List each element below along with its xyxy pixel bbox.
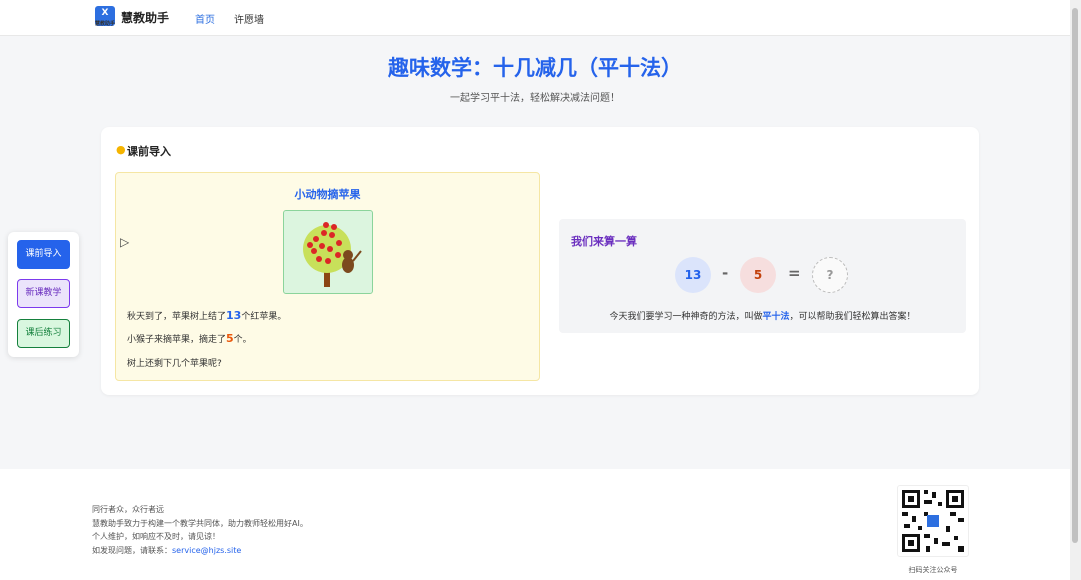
story-line-1: 秋天到了，苹果树上结了13个红苹果。 xyxy=(127,309,286,322)
calc-description: 今天我们要学习一种神奇的方法，叫做平十法，可以帮助我们轻松算出答案！ xyxy=(559,309,966,322)
minus-sign: - xyxy=(722,264,729,282)
sidenav-new-lesson-button[interactable]: 新课教学 xyxy=(17,279,70,308)
story-line-3: 树上还剩下几个苹果呢? xyxy=(127,359,222,369)
logo-subtext: 慧教助手 xyxy=(94,21,115,27)
story-line-1-tail: 个红苹果。 xyxy=(241,312,287,322)
result-placeholder: ? xyxy=(812,257,848,293)
footer-line-3: 个人维护，如响应不及时，请见谅！ xyxy=(92,532,220,541)
calc-description-tail: ，可以帮助我们轻松算出答案！ xyxy=(789,312,916,322)
story-title: 小动物摘苹果 xyxy=(294,188,361,201)
sidenav-practice-button[interactable]: 课后练习 xyxy=(17,319,70,348)
operand-b: 5 xyxy=(740,257,776,293)
footer-line-2: 慧教助手致力于构建一个教学共同体，助力教师轻松用好AI。 xyxy=(92,519,308,528)
page-title: 趣味数学：十几减几（平十法） xyxy=(388,56,682,80)
footer-contact: 如发现问题，请联系：service@hjzs.site xyxy=(92,545,241,556)
page-subtitle: 一起学习平十法，轻松解决减法问题！ xyxy=(450,93,620,104)
contact-email-link[interactable]: service@hjzs.site xyxy=(172,546,241,555)
story-line-2: 小猴子来摘苹果，摘走了5个。 xyxy=(127,332,252,345)
scrollbar-thumb[interactable] xyxy=(1072,8,1078,543)
story-number-5: 5 xyxy=(226,332,234,345)
sidenav-pre-lesson-button[interactable]: 课前导入 xyxy=(17,240,70,269)
operand-a: 13 xyxy=(675,257,711,293)
equals-sign: = xyxy=(788,264,801,282)
logo-letter: X xyxy=(101,8,109,18)
footer-line-1: 同行者众，众行者远 xyxy=(92,505,164,514)
nav-home-link[interactable]: 首页 xyxy=(195,11,215,26)
logo-icon[interactable]: X 慧教助手 xyxy=(94,6,115,27)
story-line-2-text: 小猴子来摘苹果，摘走了 xyxy=(127,335,227,345)
footer-contact-text: 如发现问题，请联系： xyxy=(92,546,172,555)
calc-description-text: 今天我们要学习一种神奇的方法，叫做 xyxy=(609,312,763,322)
calc-title: 我们来算一算 xyxy=(571,235,637,248)
qr-caption: 扫码关注公众号 xyxy=(908,566,958,574)
nav-wishwall-link[interactable]: 许愿墙 xyxy=(234,11,264,26)
story-line-2-tail: 个。 xyxy=(233,335,252,345)
lightbulb-icon: ● xyxy=(116,143,126,156)
mouse-cursor-icon: ▷ xyxy=(120,235,130,249)
brand-name[interactable]: 慧教助手 xyxy=(121,9,169,26)
section-title: 课前导入 xyxy=(127,145,171,158)
story-line-1-text: 秋天到了，苹果树上结了 xyxy=(127,312,227,322)
story-number-13: 13 xyxy=(226,309,242,322)
apple-tree-image xyxy=(283,210,373,294)
method-name: 平十法 xyxy=(762,312,790,322)
qr-code-icon xyxy=(897,485,969,557)
